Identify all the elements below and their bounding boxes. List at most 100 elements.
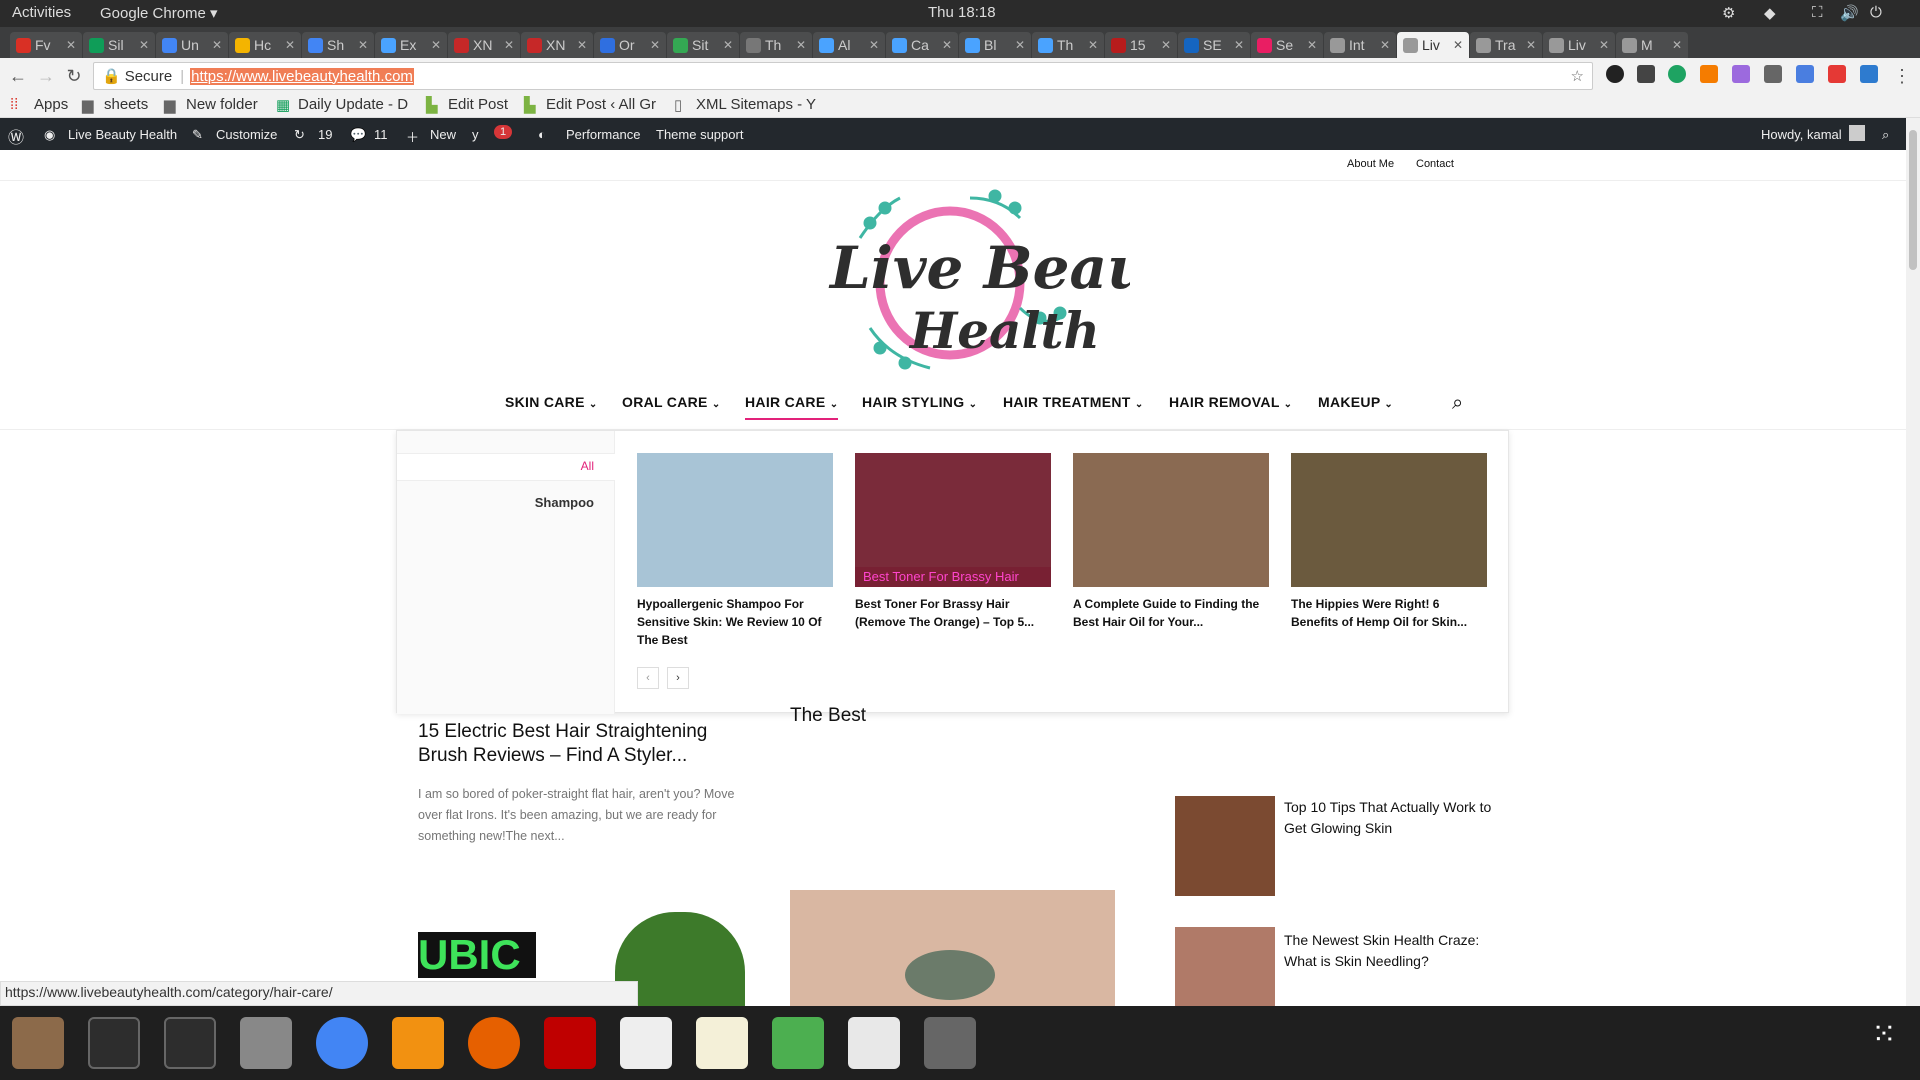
app-menu[interactable]: Google Chrome ▾ bbox=[100, 4, 218, 22]
post-title[interactable]: Best Toner For Brassy Hair (Remove The O… bbox=[855, 595, 1051, 631]
volume-icon[interactable]: 🔊 bbox=[1840, 4, 1859, 22]
avatar[interactable] bbox=[1849, 125, 1865, 141]
close-icon[interactable]: ✕ bbox=[431, 38, 441, 52]
files-icon[interactable] bbox=[12, 1017, 64, 1069]
settings-tool-icon[interactable] bbox=[240, 1017, 292, 1069]
system-monitor-icon[interactable] bbox=[164, 1017, 216, 1069]
wp-performance[interactable]: Performance bbox=[566, 127, 640, 142]
app-grid-icon[interactable]: ⁙ bbox=[1858, 1017, 1910, 1069]
post-thumbnail[interactable] bbox=[1073, 453, 1269, 587]
close-icon[interactable]: ✕ bbox=[1526, 38, 1536, 52]
mega-post-card[interactable]: The Hippies Were Right! 6 Benefits of He… bbox=[1291, 453, 1487, 631]
calculator-icon[interactable] bbox=[924, 1017, 976, 1069]
wp-site-name[interactable]: Live Beauty Health bbox=[68, 127, 177, 142]
tab-8[interactable]: Or ✕ bbox=[594, 32, 666, 58]
article-title[interactable]: 15 Electric Best Hair Straightening Brus… bbox=[418, 720, 748, 768]
clock[interactable]: Thu 18:18 bbox=[928, 4, 996, 21]
top-link-contact[interactable]: Contact bbox=[1416, 158, 1454, 170]
wp-howdy[interactable]: Howdy, kamal bbox=[1761, 127, 1842, 142]
tab-15[interactable]: 15 ✕ bbox=[1105, 32, 1177, 58]
search-icon[interactable]: ⌕ bbox=[1882, 127, 1889, 143]
post-title[interactable]: The Hippies Were Right! 6 Benefits of He… bbox=[1291, 595, 1487, 631]
close-icon[interactable]: ✕ bbox=[1234, 38, 1244, 52]
slack-icon[interactable] bbox=[848, 1017, 900, 1069]
close-icon[interactable]: ✕ bbox=[1599, 38, 1609, 52]
url-text[interactable]: https://www.livebeautyhealth.com bbox=[190, 67, 414, 85]
tab-2[interactable]: Un ✕ bbox=[156, 32, 228, 58]
menu-search-icon[interactable]: ⌕ bbox=[1452, 392, 1463, 415]
nqq-icon[interactable] bbox=[772, 1017, 824, 1069]
close-icon[interactable]: ✕ bbox=[869, 38, 879, 52]
tab-20[interactable]: Tra ✕ bbox=[1470, 32, 1542, 58]
network-icon[interactable]: ⛶ bbox=[1812, 4, 1823, 21]
close-icon[interactable]: ✕ bbox=[66, 38, 76, 52]
tab-14[interactable]: Th ✕ bbox=[1032, 32, 1104, 58]
mega-post-card[interactable]: A Complete Guide to Finding the Best Hai… bbox=[1073, 453, 1269, 631]
wp-comments-count[interactable]: 11 bbox=[374, 127, 388, 142]
close-icon[interactable]: ✕ bbox=[285, 38, 295, 52]
tab-19[interactable]: Liv ✕ bbox=[1397, 32, 1469, 58]
post-thumbnail[interactable] bbox=[637, 453, 833, 587]
reload-button[interactable]: ↻ bbox=[60, 66, 88, 87]
close-icon[interactable]: ✕ bbox=[1380, 38, 1390, 52]
power-icon[interactable]: ⏻ bbox=[1870, 4, 1882, 21]
extension-a-icon[interactable] bbox=[1828, 65, 1846, 83]
mega-post-card[interactable]: Best Toner For Brassy Hair Best Toner For… bbox=[855, 453, 1051, 631]
eyeliner-image[interactable] bbox=[790, 890, 1115, 1006]
tab-16[interactable]: SE ✕ bbox=[1178, 32, 1250, 58]
tab-11[interactable]: Al ✕ bbox=[813, 32, 885, 58]
wp-theme-support[interactable]: Theme support bbox=[656, 127, 743, 142]
menu-item-hair-treatment[interactable]: HAIR TREATMENT ⌄ bbox=[1003, 394, 1144, 410]
close-icon[interactable]: ✕ bbox=[650, 38, 660, 52]
text-editor-icon[interactable] bbox=[696, 1017, 748, 1069]
pen-icon[interactable] bbox=[1732, 65, 1750, 83]
tab-0[interactable]: Fv ✕ bbox=[10, 32, 82, 58]
site-logo[interactable]: Live Beauty Health bbox=[770, 178, 1214, 378]
tab-1[interactable]: Sil ✕ bbox=[83, 32, 155, 58]
product-image-text[interactable]: UBIC bbox=[418, 932, 536, 978]
extension-k-icon[interactable] bbox=[1668, 65, 1686, 83]
post-thumbnail[interactable] bbox=[1291, 453, 1487, 587]
next-arrow-icon[interactable]: › bbox=[667, 667, 689, 689]
bookmark-edit-post[interactable]: Edit Post bbox=[448, 96, 508, 113]
menu-item-oral-care[interactable]: ORAL CARE ⌄ bbox=[622, 394, 721, 410]
close-icon[interactable]: ✕ bbox=[723, 38, 733, 52]
post-title[interactable]: Hypoallergenic Shampoo For Sensitive Ski… bbox=[637, 595, 833, 649]
forward-button[interactable]: → bbox=[32, 66, 60, 87]
close-icon[interactable]: ✕ bbox=[577, 38, 587, 52]
address-bar[interactable]: 🔒 Secure | https://www.livebeautyhealth.… bbox=[93, 62, 1593, 90]
extension-off-icon[interactable] bbox=[1637, 65, 1655, 83]
close-icon[interactable]: ✕ bbox=[139, 38, 149, 52]
extension-cast-icon[interactable] bbox=[1860, 65, 1878, 83]
tab-17[interactable]: Se ✕ bbox=[1251, 32, 1323, 58]
top-link-about[interactable]: About Me bbox=[1347, 158, 1394, 170]
menu-icon[interactable]: ⋮ bbox=[1888, 66, 1916, 87]
wp-customize[interactable]: Customize bbox=[216, 127, 277, 142]
yoast-icon[interactable]: y bbox=[472, 127, 479, 142]
close-icon[interactable]: ✕ bbox=[1453, 38, 1463, 52]
close-icon[interactable]: ✕ bbox=[1088, 38, 1098, 52]
close-icon[interactable]: ✕ bbox=[1015, 38, 1025, 52]
activities-button[interactable]: Activities bbox=[12, 4, 71, 21]
menu-item-makeup[interactable]: MAKEUP ⌄ bbox=[1318, 394, 1393, 410]
menu-item-hair-removal[interactable]: HAIR REMOVAL ⌄ bbox=[1169, 394, 1292, 410]
close-icon[interactable]: ✕ bbox=[942, 38, 952, 52]
wp-new[interactable]: New bbox=[430, 127, 456, 142]
bookmark-daily-update[interactable]: Daily Update - D bbox=[298, 96, 408, 113]
filezilla-icon[interactable] bbox=[544, 1017, 596, 1069]
back-button[interactable]: ← bbox=[4, 66, 32, 87]
tab-3[interactable]: Hc ✕ bbox=[229, 32, 301, 58]
tab-13[interactable]: Bl ✕ bbox=[959, 32, 1031, 58]
rss-icon[interactable] bbox=[1700, 65, 1718, 83]
tab-7[interactable]: XN ✕ bbox=[521, 32, 593, 58]
extension-square-icon[interactable] bbox=[1796, 65, 1814, 83]
sidebar-post-1[interactable]: Top 10 Tips That Actually Work to Get Gl… bbox=[1284, 797, 1494, 839]
article-title-tail[interactable]: The Best bbox=[790, 705, 866, 727]
close-icon[interactable]: ✕ bbox=[1307, 38, 1317, 52]
tab-9[interactable]: Sit ✕ bbox=[667, 32, 739, 58]
dropbox-icon[interactable]: ◆ bbox=[1764, 4, 1776, 22]
page-scrollbar[interactable] bbox=[1906, 118, 1920, 1006]
skin-thumb[interactable] bbox=[1175, 796, 1275, 896]
tab-6[interactable]: XN ✕ bbox=[448, 32, 520, 58]
tab-10[interactable]: Th ✕ bbox=[740, 32, 812, 58]
